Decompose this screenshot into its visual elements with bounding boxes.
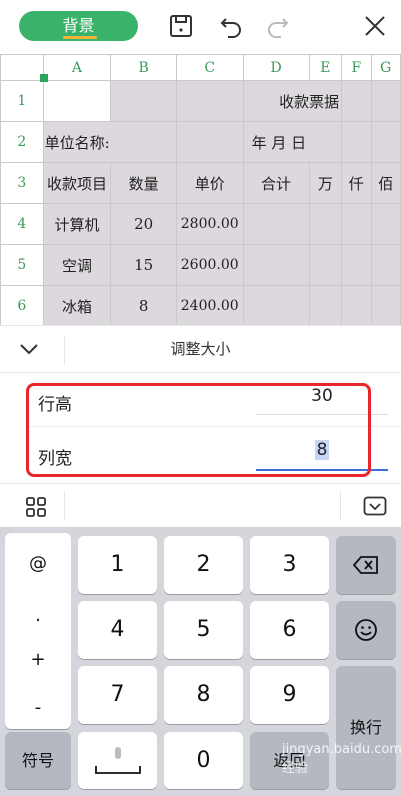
cell-b1[interactable] — [110, 80, 177, 122]
cell-b3[interactable]: 数量 — [110, 162, 177, 204]
cell-a2[interactable]: 单位名称: — [42, 121, 177, 163]
save-icon[interactable] — [167, 12, 195, 40]
cell-d2[interactable]: 年 月 日 — [242, 121, 343, 163]
cell-g4[interactable] — [370, 203, 401, 245]
cell-g3[interactable]: 佰 — [370, 162, 401, 204]
background-button-underline — [63, 36, 97, 39]
watermark: jingyan.baidu.com 经验 — [282, 742, 401, 776]
cell-e3[interactable]: 万 — [308, 162, 343, 204]
emoji-icon — [355, 619, 377, 641]
cell-f5[interactable] — [341, 244, 372, 286]
close-icon[interactable] — [361, 12, 389, 40]
cell-e4[interactable] — [308, 203, 343, 245]
cell-d1[interactable]: 收款票据 — [242, 80, 343, 122]
redo-icon[interactable] — [264, 12, 292, 40]
key-plus[interactable]: + — [5, 649, 71, 670]
grid-icon[interactable] — [25, 496, 47, 518]
cell-a3[interactable]: 收款项目 — [42, 162, 112, 204]
key-3[interactable]: 3 — [250, 536, 329, 594]
key-1[interactable]: 1 — [78, 536, 157, 594]
cell-a1[interactable] — [42, 80, 112, 122]
cell-c6[interactable]: 2400.00 — [175, 285, 244, 325]
cell-f2[interactable] — [341, 121, 372, 163]
cell-d4[interactable] — [242, 203, 310, 245]
cell-b4[interactable]: 20 — [110, 203, 177, 245]
key-dot[interactable]: . — [5, 605, 71, 626]
key-at[interactable]: @ — [5, 553, 71, 574]
column-header-e[interactable]: E — [308, 54, 343, 81]
key-0[interactable]: 0 — [164, 732, 243, 789]
backspace-icon — [353, 556, 378, 574]
key-4[interactable]: 4 — [78, 601, 157, 659]
cell-a5[interactable]: 空调 — [42, 244, 112, 286]
row-header-5[interactable]: 5 — [0, 244, 44, 286]
header-divider — [64, 336, 65, 364]
resize-panel-header: 调整大小 — [0, 325, 401, 373]
row-header-1[interactable]: 1 — [0, 80, 44, 122]
cell-f1[interactable] — [341, 80, 372, 122]
toolbar-divider-left — [64, 492, 65, 520]
select-all-corner[interactable] — [0, 54, 44, 81]
symbol-column: @ . + - — [5, 533, 71, 729]
column-header-c[interactable]: C — [175, 54, 244, 81]
cell-g5[interactable] — [370, 244, 401, 286]
cell-d6[interactable] — [242, 285, 310, 325]
cell-c5[interactable]: 2600.00 — [175, 244, 244, 286]
highlight-box — [26, 383, 371, 477]
row-header-6[interactable]: 6 — [0, 285, 44, 325]
key-5[interactable]: 5 — [164, 601, 243, 659]
backspace-key[interactable] — [336, 536, 396, 594]
cell-f6[interactable] — [341, 285, 372, 325]
column-header-b[interactable]: B — [110, 54, 177, 81]
cell-e5[interactable] — [308, 244, 343, 286]
cell-c1[interactable] — [175, 80, 244, 122]
key-6[interactable]: 6 — [250, 601, 329, 659]
spreadsheet[interactable]: A B C D E F G 1 收款票据 2 单位名称: 年 月 日 3 收款项… — [0, 54, 401, 325]
column-header-d[interactable]: D — [242, 54, 310, 81]
cell-e6[interactable] — [308, 285, 343, 325]
cell-b6[interactable]: 8 — [110, 285, 177, 325]
key-9[interactable]: 9 — [250, 666, 329, 724]
cell-c2[interactable] — [175, 121, 244, 163]
background-button[interactable]: 背景 — [19, 11, 138, 41]
key-minus[interactable]: - — [5, 697, 71, 718]
row-header-2[interactable]: 2 — [0, 121, 44, 163]
resize-panel-title: 调整大小 — [170, 340, 231, 358]
column-header-f[interactable]: F — [341, 54, 372, 81]
keyboard-toolbar — [0, 483, 401, 527]
symbol-key[interactable]: 符号 — [5, 732, 71, 789]
microphone-icon — [95, 747, 141, 774]
emoji-key[interactable] — [336, 601, 396, 659]
cell-b5[interactable]: 15 — [110, 244, 177, 286]
top-toolbar: 背景 — [0, 0, 401, 54]
cell-a4[interactable]: 计算机 — [42, 203, 112, 245]
chevron-down-icon[interactable] — [18, 340, 40, 358]
cell-g2[interactable] — [370, 121, 401, 163]
column-header-a[interactable]: A — [42, 54, 112, 81]
cell-d3[interactable]: 合计 — [242, 162, 310, 204]
key-2[interactable]: 2 — [164, 536, 243, 594]
undo-icon[interactable] — [217, 12, 245, 40]
cell-g6[interactable] — [370, 285, 401, 325]
cell-a6[interactable]: 冰箱 — [42, 285, 112, 325]
hide-keyboard-icon[interactable] — [363, 496, 387, 516]
background-button-label: 背景 — [62, 16, 95, 35]
toolbar-divider-right — [340, 492, 341, 520]
cell-c3[interactable]: 单价 — [175, 162, 244, 204]
column-header-g[interactable]: G — [370, 54, 401, 81]
space-key[interactable] — [78, 732, 157, 789]
spreadsheet-grid: A B C D E F G 1 收款票据 2 单位名称: 年 月 日 3 收款项… — [0, 54, 401, 325]
selection-handle[interactable] — [40, 74, 48, 82]
cell-d5[interactable] — [242, 244, 310, 286]
cell-f4[interactable] — [341, 203, 372, 245]
key-8[interactable]: 8 — [164, 666, 243, 724]
key-7[interactable]: 7 — [78, 666, 157, 724]
cell-g1[interactable] — [370, 80, 401, 122]
cell-f3[interactable]: 仟 — [341, 162, 372, 204]
cell-c4[interactable]: 2800.00 — [175, 203, 244, 245]
row-header-4[interactable]: 4 — [0, 203, 44, 245]
row-header-3[interactable]: 3 — [0, 162, 44, 204]
